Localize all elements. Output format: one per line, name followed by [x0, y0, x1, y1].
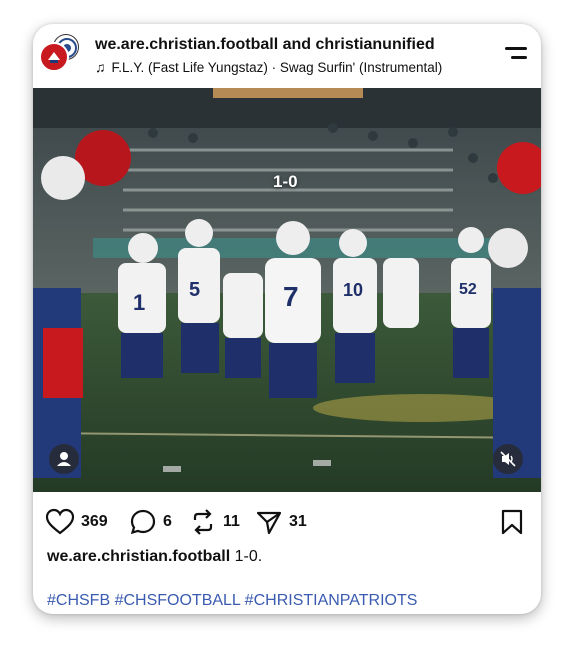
mute-button[interactable] — [493, 444, 523, 474]
post-actions: 369 6 11 31 — [33, 504, 541, 540]
audio-track[interactable]: ♫ F.L.Y. (Fast Life Yungstaz) · Swag Sur… — [95, 59, 442, 75]
comment-icon — [130, 509, 156, 535]
heart-icon — [45, 508, 75, 535]
repost-icon — [193, 509, 213, 535]
caption-username[interactable]: we.are.christian.football — [47, 548, 230, 565]
bookmark-icon — [501, 509, 523, 535]
save-button[interactable] — [499, 508, 525, 536]
comment-count: 6 — [163, 513, 172, 530]
repost-count: 11 — [223, 513, 240, 530]
comment-action[interactable]: 6 — [129, 508, 172, 536]
svg-text:52: 52 — [459, 281, 477, 298]
music-note-icon: ♫ — [95, 59, 106, 75]
share-action[interactable]: 31 — [255, 508, 307, 536]
post-card: we.are.christian.football and christianu… — [33, 24, 541, 614]
avatar-we-are-christian-football[interactable] — [39, 42, 69, 72]
collab-avatars[interactable] — [39, 34, 79, 74]
audio-track-label: F.L.Y. (Fast Life Yungstaz) · Swag Surfi… — [111, 59, 443, 75]
person-icon — [57, 452, 71, 466]
like-action[interactable]: 369 — [45, 508, 108, 536]
post-caption: we.are.christian.football 1-0. — [47, 548, 262, 566]
post-author-handles[interactable]: we.are.christian.football and christianu… — [95, 36, 435, 54]
video-text-overlay: 1-0 — [273, 172, 298, 191]
like-count: 369 — [81, 513, 108, 530]
caption-text: 1-0. — [234, 548, 263, 565]
video-frame: 1 5 7 10 52 — [33, 88, 541, 492]
muted-speaker-icon — [500, 451, 516, 467]
post-header: we.are.christian.football and christianu… — [33, 24, 541, 88]
caption-hashtags[interactable]: #CHSFB #CHSFOOTBALL #CHRISTIANPATRIOTS — [47, 592, 417, 610]
share-count: 31 — [289, 513, 307, 530]
svg-text:10: 10 — [343, 280, 363, 300]
send-icon — [256, 511, 282, 535]
svg-text:5: 5 — [189, 279, 200, 301]
tagged-users-button[interactable] — [49, 444, 79, 474]
menu-icon — [505, 47, 527, 50]
post-video[interactable]: 1 5 7 10 52 1-0 — [33, 88, 541, 492]
menu-button[interactable] — [503, 42, 529, 64]
repost-action[interactable]: 11 — [189, 508, 240, 536]
svg-text:1: 1 — [133, 290, 145, 315]
svg-text:7: 7 — [283, 281, 299, 312]
